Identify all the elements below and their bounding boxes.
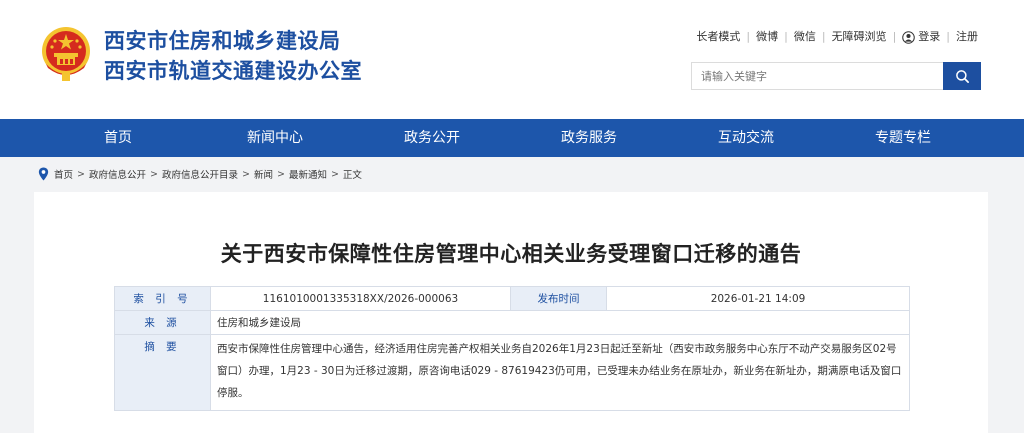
publish-date-label: 发布时间 [510, 286, 607, 311]
nav-interaction[interactable]: 互动交流 [686, 119, 806, 157]
breadcrumb-separator: > [77, 168, 85, 180]
abstract-label: 摘 要 [114, 334, 211, 411]
source-label: 来 源 [114, 310, 211, 335]
breadcrumb-separator: > [276, 168, 285, 180]
meta-row-index: 索 引 号 1161010001335318XX/2026-000063 发布时… [114, 286, 910, 311]
search-box [691, 62, 981, 90]
site-header: 西安市住房和城乡建设局 西安市轨道交通建设办公室 长者模式 | 微博 | 微信 … [0, 0, 1024, 119]
separator: | [746, 29, 751, 43]
publish-date-value: 2026-01-21 14:09 [606, 286, 910, 311]
search-button[interactable] [943, 62, 981, 90]
site-title-line1: 西安市住房和城乡建设局 [104, 29, 341, 53]
source-value: 住房和城乡建设局 [210, 310, 910, 335]
accessible-browse-link[interactable]: 无障碍浏览 [832, 28, 887, 44]
register-link[interactable]: 注册 [956, 28, 978, 44]
search-icon [955, 69, 969, 83]
breadcrumb: 首页 > 政府信息公开 > 政府信息公开目录 > 新闻 > 最新通知 > 正文 [38, 165, 362, 183]
breadcrumb-home[interactable]: 首页 [54, 167, 73, 181]
login-label: 登录 [918, 30, 941, 43]
site-title: 西安市住房和城乡建设局 西安市轨道交通建设办公室 [104, 26, 362, 86]
separator: | [946, 29, 950, 43]
breadcrumb-latest-notice[interactable]: 最新通知 [289, 167, 327, 181]
nav-government-services[interactable]: 政务服务 [529, 119, 649, 157]
nav-special-topics[interactable]: 专题专栏 [843, 119, 963, 157]
article-meta-table: 索 引 号 1161010001335318XX/2026-000063 发布时… [114, 286, 910, 411]
article-title: 关于西安市保障性住房管理中心相关业务受理窗口迁移的通告 [220, 242, 802, 266]
breadcrumb-separator: > [330, 168, 339, 180]
meta-row-source: 来 源 住房和城乡建设局 [114, 310, 910, 335]
main-nav: 首页 新闻中心 政务公开 政务服务 互动交流 专题专栏 [0, 119, 1024, 157]
index-label: 索 引 号 [114, 286, 211, 311]
login-link[interactable]: 登录 [902, 28, 940, 44]
breadcrumb-current: 正文 [342, 170, 362, 181]
index-value: 1161010001335318XX/2026-000063 [210, 286, 511, 311]
location-pin-icon [38, 167, 49, 181]
abstract-value: 西安市保障性住房管理中心通告，经济适用住房完善产权相关业务自2026年1月23日… [210, 334, 910, 411]
article-panel: 关于西安市保障性住房管理中心相关业务受理窗口迁移的通告 索 引 号 116101… [34, 192, 988, 433]
national-emblem-icon [42, 27, 90, 81]
separator: | [821, 29, 826, 43]
breadcrumb-gov-info[interactable]: 政府信息公开 [89, 167, 146, 181]
separator: | [784, 29, 788, 43]
nav-news-center[interactable]: 新闻中心 [215, 119, 335, 157]
breadcrumb-separator: > [150, 168, 158, 180]
user-icon [902, 30, 916, 44]
nav-government-affairs[interactable]: 政务公开 [372, 119, 492, 157]
meta-row-abstract: 摘 要 西安市保障性住房管理中心通告，经济适用住房完善产权相关业务自2026年1… [114, 334, 910, 411]
wechat-link[interactable]: 微信 [794, 28, 816, 44]
search-input[interactable] [691, 62, 943, 90]
breadcrumb-news[interactable]: 新闻 [254, 167, 273, 181]
breadcrumb-separator: > [241, 168, 250, 180]
separator: | [892, 29, 897, 43]
elder-mode-link[interactable]: 长者模式 [696, 28, 740, 44]
breadcrumb-gov-info-catalog[interactable]: 政府信息公开目录 [162, 167, 238, 181]
nav-home[interactable]: 首页 [58, 119, 178, 157]
top-links: 长者模式 | 微博 | 微信 | 无障碍浏览 | 登录 | 注册 [696, 28, 978, 44]
weibo-link[interactable]: 微博 [756, 28, 778, 44]
site-title-line2: 西安市轨道交通建设办公室 [104, 59, 362, 83]
